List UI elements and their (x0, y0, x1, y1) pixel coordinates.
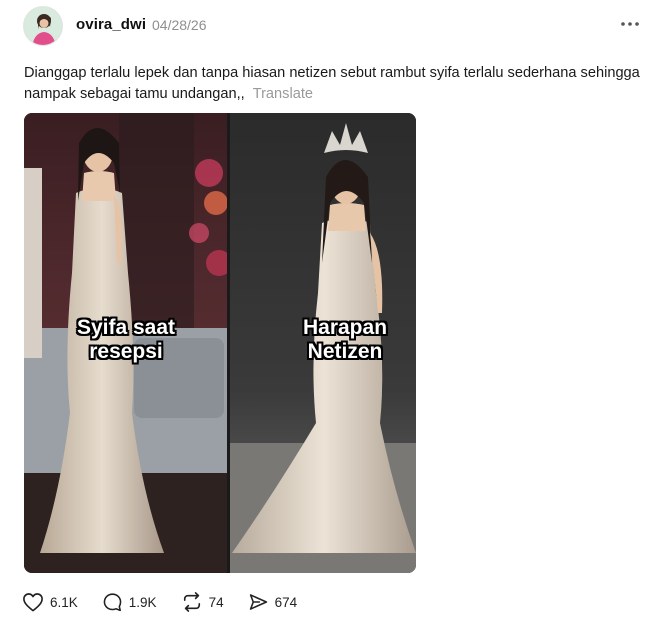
like-count: 6.1K (50, 594, 78, 610)
send-icon (249, 594, 267, 610)
like-button[interactable]: 6.1K (22, 592, 78, 612)
avatar[interactable] (23, 6, 63, 46)
caption-text: Dianggap terlalu lepek dan tanpa hiasan … (24, 65, 640, 102)
left-label-line-2: resepsi (89, 340, 163, 363)
repost-icon (183, 592, 200, 612)
username[interactable]: ovira_dwi (76, 16, 146, 33)
heart-icon (23, 593, 43, 612)
post-image[interactable]: Syifa saat resepsi Harapan Netizen (24, 113, 416, 573)
comment-button[interactable]: 1.9K (102, 592, 157, 613)
thread-post: ovira_dwi 04/28/26 Dianggap terlalu lepe… (0, 0, 655, 629)
left-image-label: Syifa saat resepsi (26, 316, 226, 364)
more-horizontal-icon (621, 22, 639, 26)
repost-button[interactable]: 74 (181, 592, 224, 612)
comment-count: 1.9K (128, 594, 157, 610)
repost-count: 74 (208, 594, 224, 610)
share-count: 674 (274, 594, 298, 610)
right-label-line-2: Netizen (307, 340, 383, 363)
more-options-button[interactable] (617, 14, 643, 34)
left-label-line-1: Syifa saat (76, 316, 176, 339)
comment-bubble-icon (103, 592, 122, 611)
share-button[interactable]: 674 (248, 592, 298, 612)
translate-link[interactable]: Translate (253, 86, 313, 102)
post-caption: Dianggap terlalu lepek dan tanpa hiasan … (24, 63, 644, 105)
right-image-label: Harapan Netizen (242, 316, 416, 364)
right-label-line-1: Harapan (302, 316, 388, 339)
action-bar: 6.1K 1.9K 74 674 (22, 590, 321, 614)
post-date: 04/28/26 (152, 17, 207, 33)
